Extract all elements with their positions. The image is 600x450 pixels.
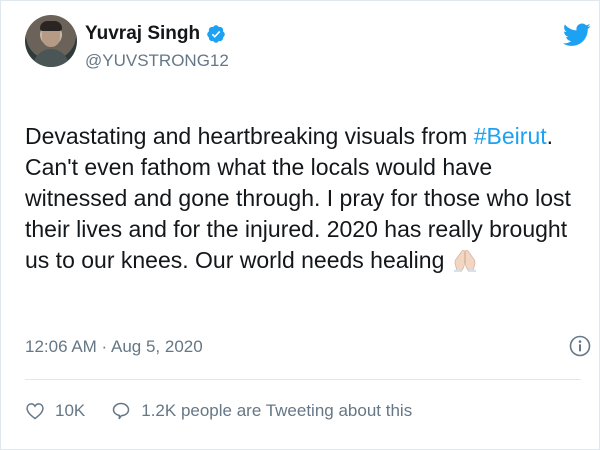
hashtag-link[interactable]: #Beirut xyxy=(474,123,547,149)
tweet-actions: 10K 1.2K people are Tweeting about this xyxy=(25,401,412,421)
like-count: 10K xyxy=(55,401,86,420)
tweet-text: Devastating and heartbreaking visuals fr… xyxy=(25,121,581,276)
conversation-text: 1.2K people are Tweeting about this xyxy=(141,401,413,420)
author-avatar[interactable] xyxy=(25,15,77,67)
conversation-button[interactable]: 1.2K people are Tweeting about this xyxy=(111,401,412,421)
author-name[interactable]: Yuvraj Singh xyxy=(85,23,200,45)
divider xyxy=(25,379,581,380)
like-button[interactable]: 10K xyxy=(25,401,85,421)
author-name-row: Yuvraj Singh xyxy=(85,23,226,45)
twitter-bird-icon[interactable] xyxy=(563,23,591,47)
author-handle[interactable]: @YUVSTRONG12 xyxy=(85,51,229,71)
tweet-card: Yuvraj Singh @YUVSTRONG12 Devastating an… xyxy=(0,0,600,450)
tweet-text-part: Devastating and heartbreaking visuals fr… xyxy=(25,123,474,149)
verified-badge-icon xyxy=(207,25,225,43)
folded-hands-emoji xyxy=(453,249,476,272)
heart-icon xyxy=(26,403,44,420)
info-icon[interactable] xyxy=(569,335,591,357)
speech-bubble-icon xyxy=(113,402,130,420)
tweet-timestamp[interactable]: 12:06 AM · Aug 5, 2020 xyxy=(25,337,203,357)
